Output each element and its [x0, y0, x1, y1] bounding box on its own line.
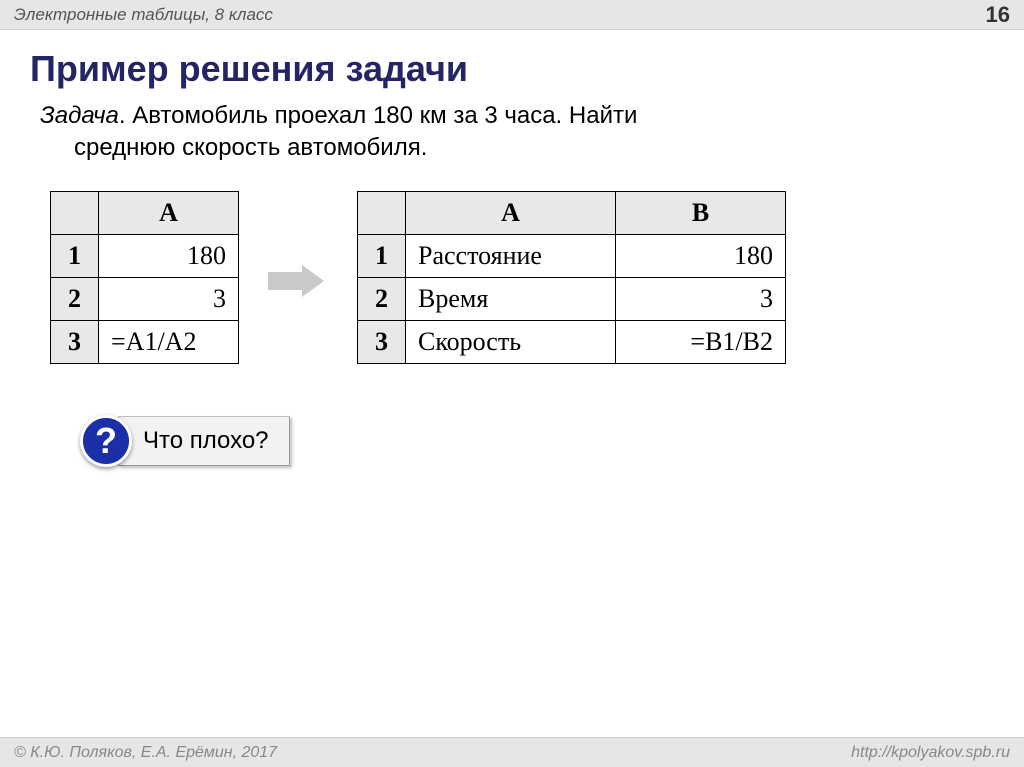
subject-label: Электронные таблицы, 8 класс [14, 5, 273, 25]
arrow-right-icon [263, 191, 333, 371]
question-text: Что плохо? [118, 416, 290, 466]
slide-footer: © К.Ю. Поляков, Е.А. Ерёмин, 2017 http:/… [0, 737, 1024, 767]
row-header: 3 [358, 320, 406, 363]
cell-a3: =A1/A2 [99, 320, 239, 363]
question-callout: ? Что плохо? [80, 415, 1024, 467]
spreadsheet-1: A 1 180 2 3 3 =A1/A2 [50, 191, 239, 364]
question-mark-icon: ? [80, 415, 132, 467]
col-header-a: A [406, 191, 616, 234]
cell-b1: 180 [616, 234, 786, 277]
col-header-b: B [616, 191, 786, 234]
task-line2: среднюю скорость автомобиля. [40, 132, 994, 164]
task-text: Задача. Автомобиль проехал 180 км за 3 ч… [0, 96, 1024, 173]
corner-cell [51, 191, 99, 234]
footer-url: http://kpolyakov.spb.ru [851, 744, 1010, 762]
cell-b3: =B1/B2 [616, 320, 786, 363]
task-sep: . [119, 102, 132, 129]
row-header: 3 [51, 320, 99, 363]
row-header: 1 [358, 234, 406, 277]
row-header: 2 [51, 277, 99, 320]
cell-a1: 180 [99, 234, 239, 277]
corner-cell [358, 191, 406, 234]
row-header: 1 [51, 234, 99, 277]
cell-a3: Скорость [406, 320, 616, 363]
task-line1: Автомобиль проехал 180 км за 3 часа. Най… [132, 102, 637, 129]
page-number: 16 [986, 2, 1010, 28]
cell-a1: Расстояние [406, 234, 616, 277]
copyright-text: © К.Ю. Поляков, Е.А. Ерёмин, 2017 [14, 744, 277, 762]
task-label: Задача [40, 102, 119, 129]
slide-title: Пример решения задачи [0, 30, 1024, 96]
spreadsheet-2: A B 1 Расстояние 180 2 Время 3 3 Скорост… [357, 191, 786, 364]
col-header-a: A [99, 191, 239, 234]
row-header: 2 [358, 277, 406, 320]
cell-a2: Время [406, 277, 616, 320]
slide-header: Электронные таблицы, 8 класс 16 [0, 0, 1024, 30]
cell-a2: 3 [99, 277, 239, 320]
tables-row: A 1 180 2 3 3 =A1/A2 A B 1 Расстояние [0, 173, 1024, 371]
cell-b2: 3 [616, 277, 786, 320]
